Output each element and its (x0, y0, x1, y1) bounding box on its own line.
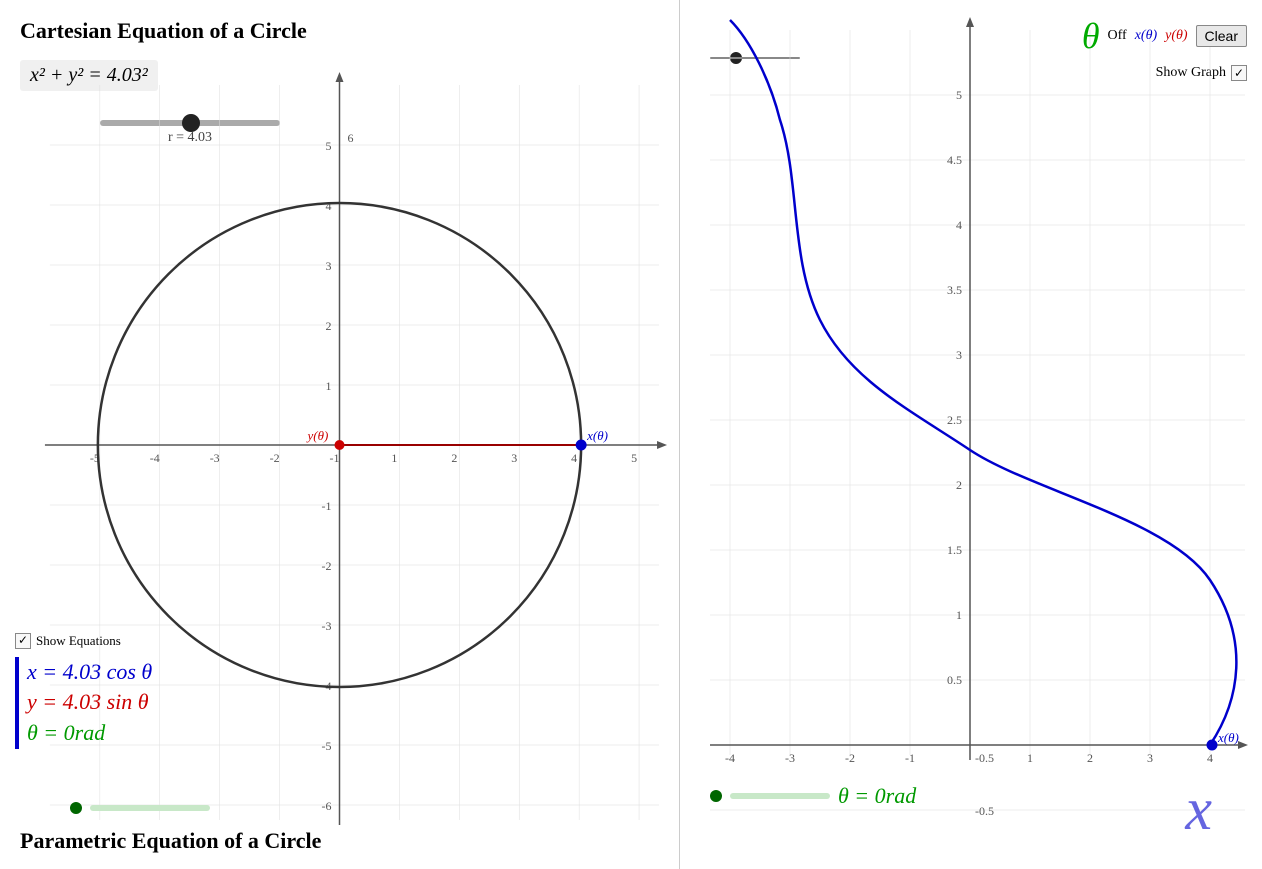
svg-text:-0.5: -0.5 (975, 751, 994, 765)
svg-text:3: 3 (956, 348, 962, 362)
x-theta-right-label: x(θ) (1217, 730, 1239, 745)
theta-symbol: θ (1082, 15, 1100, 57)
equations-area: ✓ Show Equations x = 4.03 cos θ y = 4.03… (15, 633, 152, 749)
right-theta-text: θ = 0rad (838, 783, 916, 809)
svg-text:-6: -6 (322, 799, 332, 813)
svg-text:1: 1 (326, 379, 332, 393)
svg-text:2: 2 (1087, 751, 1093, 765)
y-theta-label: y(θ) (306, 428, 329, 443)
svg-text:3: 3 (326, 259, 332, 273)
eq-x: x = 4.03 cos θ (27, 657, 152, 688)
x-theta-label-left: x(θ) (586, 428, 608, 443)
eq-y: y = 4.03 sin θ (27, 687, 152, 718)
svg-text:4: 4 (326, 199, 332, 213)
theta-slider-right[interactable] (730, 793, 830, 799)
svg-text:4: 4 (956, 218, 962, 232)
off-label: Off (1108, 28, 1127, 44)
parametric-title: Parametric Equation of a Circle (20, 828, 321, 854)
svg-text:5: 5 (631, 451, 637, 465)
right-controls: θ Off x(θ) y(θ) Clear (1082, 15, 1247, 57)
svg-text:-4: -4 (725, 751, 735, 765)
show-equations-label: Show Equations (36, 633, 121, 649)
right-theta-dot (710, 790, 722, 802)
svg-text:5: 5 (326, 139, 332, 153)
right-panel: θ Off x(θ) y(θ) Clear Show Graph ✓ (680, 0, 1262, 869)
theta-slider-container-left (70, 802, 210, 814)
svg-text:6: 6 (347, 131, 353, 145)
svg-text:3: 3 (511, 451, 517, 465)
svg-text:1: 1 (956, 608, 962, 622)
svg-text:-1: -1 (905, 751, 915, 765)
svg-text:3.5: 3.5 (947, 283, 962, 297)
show-equations-row: ✓ Show Equations (15, 633, 152, 649)
svg-text:2: 2 (326, 319, 332, 333)
right-graph-svg: 5 4.5 4 3.5 3 2.5 2 1.5 1 0.5 -0.5 -0.5 … (680, 0, 1262, 869)
svg-text:-2: -2 (322, 559, 332, 573)
svg-text:4: 4 (1207, 751, 1213, 765)
svg-text:2: 2 (451, 451, 457, 465)
eq-theta: θ = 0rad (27, 718, 152, 749)
equations-border: x = 4.03 cos θ y = 4.03 sin θ θ = 0rad (15, 657, 152, 749)
svg-text:4.5: 4.5 (947, 153, 962, 167)
svg-text:3: 3 (1147, 751, 1153, 765)
svg-text:-3: -3 (322, 619, 332, 633)
svg-text:2.5: 2.5 (947, 413, 962, 427)
big-x-label: x (1185, 775, 1212, 844)
svg-text:-3: -3 (785, 751, 795, 765)
right-theta-display: θ = 0rad (710, 783, 916, 809)
left-panel: Cartesian Equation of a Circle x² + y² =… (0, 0, 680, 869)
theta-slider-left[interactable] (90, 805, 210, 811)
show-equations-checkbox[interactable]: ✓ (15, 633, 31, 649)
svg-text:-0.5: -0.5 (975, 804, 994, 818)
x-theta-control-label[interactable]: x(θ) (1135, 28, 1157, 44)
svg-text:-1: -1 (330, 451, 340, 465)
svg-text:-2: -2 (845, 751, 855, 765)
clear-button[interactable]: Clear (1196, 25, 1247, 47)
svg-text:1: 1 (391, 451, 397, 465)
svg-text:0.5: 0.5 (947, 673, 962, 687)
svg-text:4: 4 (571, 451, 577, 465)
svg-text:-5: -5 (322, 739, 332, 753)
svg-text:-1: -1 (322, 499, 332, 513)
svg-text:2: 2 (956, 478, 962, 492)
svg-text:5: 5 (956, 88, 962, 102)
svg-text:1.5: 1.5 (947, 543, 962, 557)
svg-text:-4: -4 (150, 451, 160, 465)
svg-text:-2: -2 (270, 451, 280, 465)
theta-dot-left (70, 802, 82, 814)
svg-text:1: 1 (1027, 751, 1033, 765)
y-theta-control-label[interactable]: y(θ) (1165, 28, 1187, 44)
svg-text:-3: -3 (210, 451, 220, 465)
